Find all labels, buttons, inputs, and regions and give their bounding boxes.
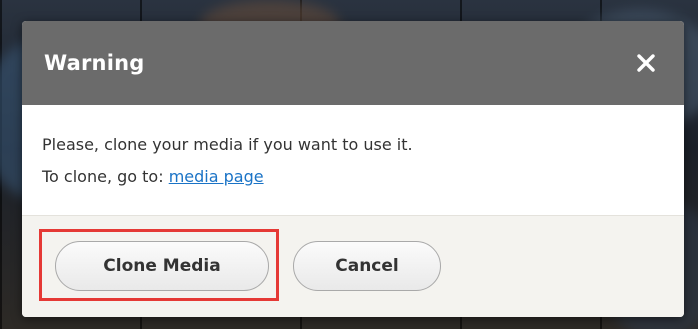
clone-media-button[interactable]: Clone Media [55,241,269,291]
dialog-footer: Clone Media Cancel [22,215,684,317]
media-page-link[interactable]: media page [169,167,264,186]
message-prefix: To clone, go to: [42,167,169,186]
cancel-button[interactable]: Cancel [293,241,441,291]
warning-dialog: Warning Please, clone your media if you … [22,21,684,317]
close-button[interactable] [632,49,660,77]
dialog-title: Warning [44,51,145,75]
message-line-2: To clone, go to: media page [42,161,664,193]
dialog-body: Please, clone your media if you want to … [22,105,684,215]
dialog-titlebar: Warning [22,21,684,105]
message-line-1: Please, clone your media if you want to … [42,135,413,154]
close-icon [637,54,655,72]
